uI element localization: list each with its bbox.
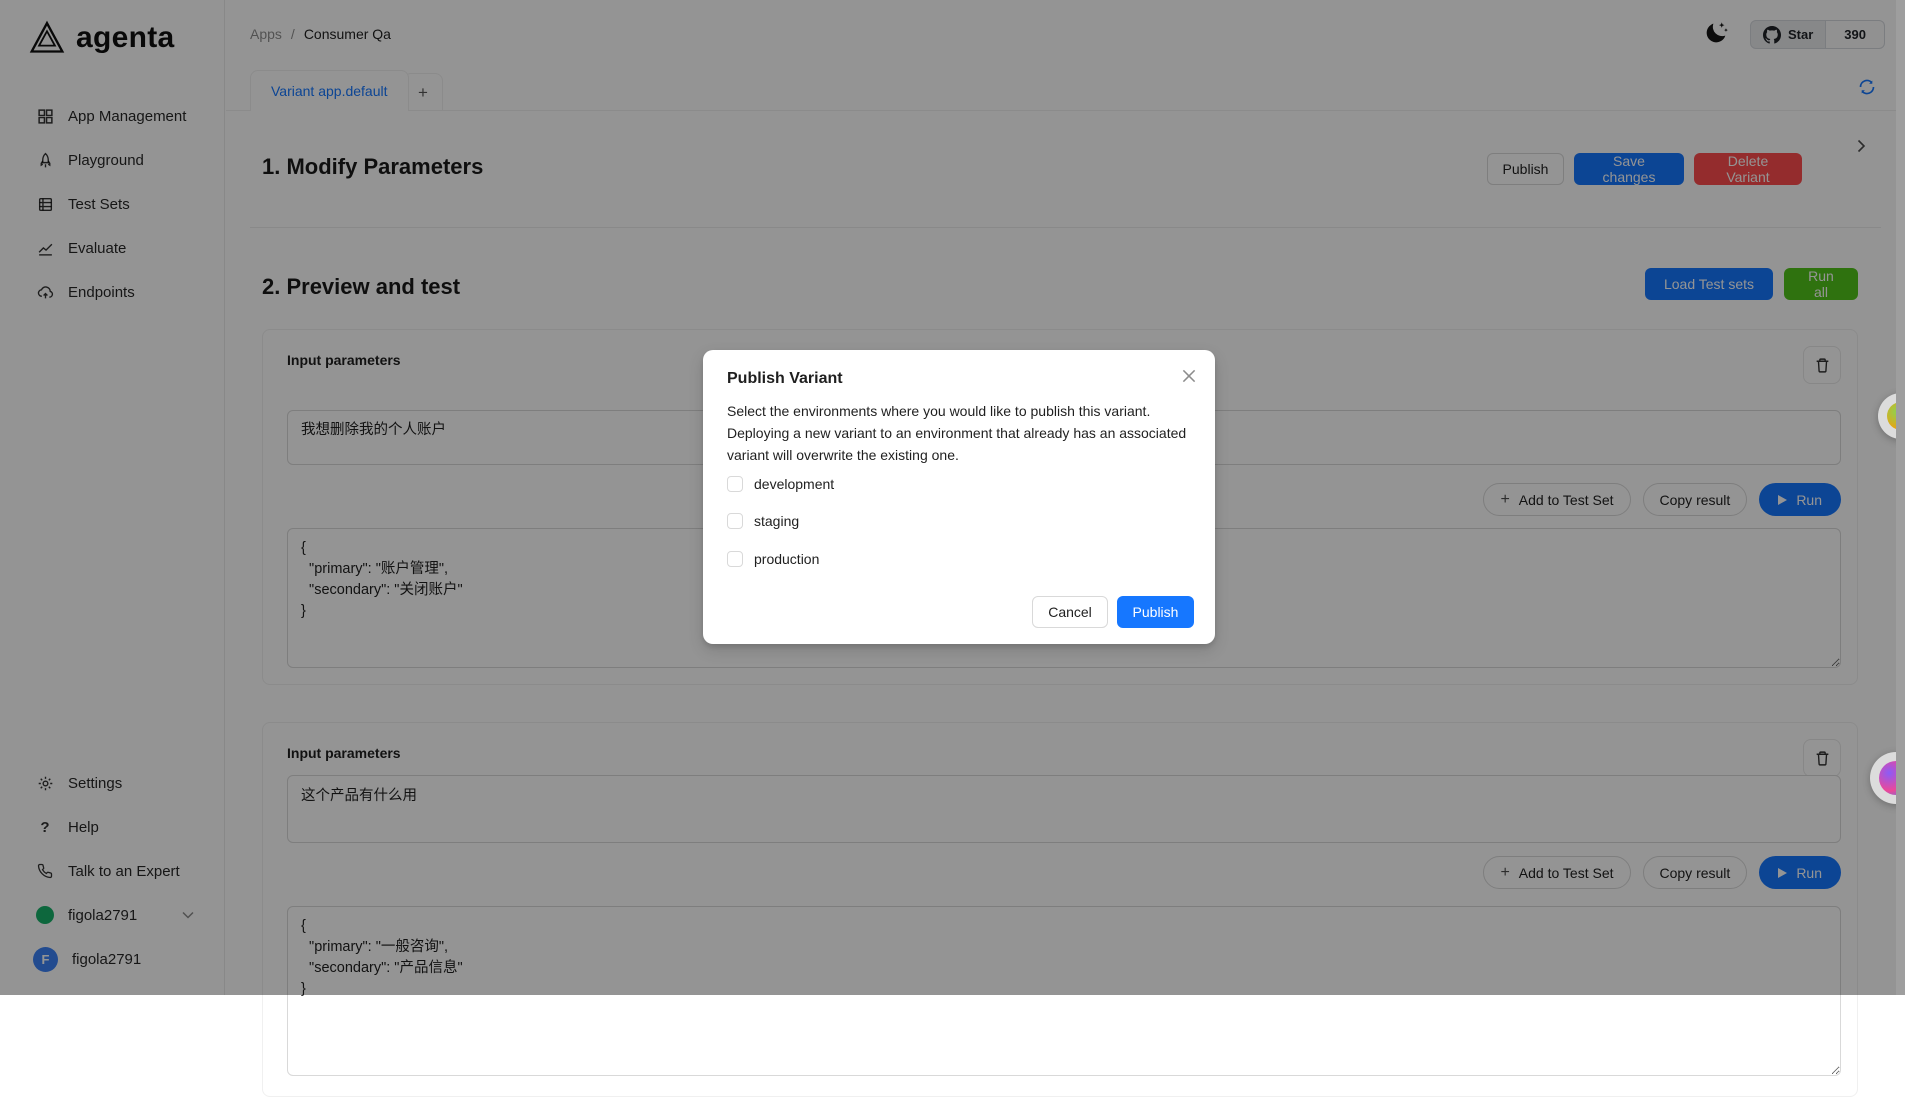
production-checkbox[interactable] (727, 551, 743, 567)
environment-option-development[interactable]: development (727, 476, 834, 492)
close-icon[interactable] (1180, 367, 1198, 385)
option-label: production (754, 551, 819, 567)
environment-option-staging[interactable]: staging (727, 513, 799, 529)
environment-option-production[interactable]: production (727, 551, 819, 567)
modal-title: Publish Variant (727, 370, 843, 388)
modal-publish-button[interactable]: Publish (1117, 596, 1194, 628)
staging-checkbox[interactable] (727, 513, 743, 529)
modal-description: Select the environments where you would … (727, 400, 1193, 466)
option-label: staging (754, 513, 799, 529)
development-checkbox[interactable] (727, 476, 743, 492)
publish-variant-modal: Publish Variant Select the environments … (703, 350, 1215, 644)
browser-scrollbar[interactable] (1896, 0, 1905, 995)
cancel-button[interactable]: Cancel (1032, 596, 1108, 628)
option-label: development (754, 476, 834, 492)
